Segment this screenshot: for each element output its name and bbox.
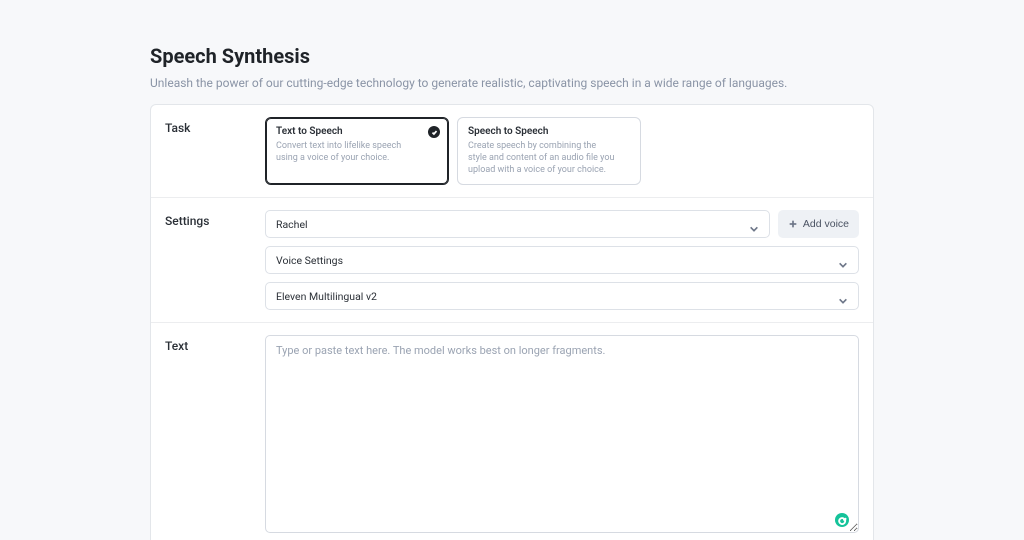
task-card-speech-to-speech[interactable]: Speech to Speech Create speech by combin…: [457, 117, 641, 185]
section-label-text: Text: [165, 335, 265, 353]
voice-select[interactable]: Rachel: [265, 210, 770, 238]
check-icon: [428, 126, 440, 138]
chevron-down-icon: [838, 255, 848, 265]
textarea-wrapper: [265, 335, 859, 537]
add-voice-label: Add voice: [803, 218, 849, 230]
task-card-title: Speech to Speech: [468, 126, 616, 137]
voice-settings-expand[interactable]: Voice Settings: [265, 246, 859, 274]
add-voice-button[interactable]: Add voice: [778, 210, 859, 238]
plus-icon: [788, 219, 798, 229]
main-card: Task Text to Speech Convert text into li…: [150, 104, 874, 540]
task-card-text-to-speech[interactable]: Text to Speech Convert text into lifelik…: [265, 117, 449, 185]
voice-settings-label: Voice Settings: [276, 254, 343, 267]
model-select-value: Eleven Multilingual v2: [276, 290, 377, 303]
task-card-desc: Create speech by combining the style and…: [468, 140, 616, 176]
section-label-task: Task: [165, 117, 265, 135]
section-label-settings: Settings: [165, 210, 265, 228]
section-settings: Settings Rachel Add voice: [151, 198, 873, 323]
model-select[interactable]: Eleven Multilingual v2: [265, 282, 859, 310]
section-task: Task Text to Speech Convert text into li…: [151, 105, 873, 198]
voice-select-value: Rachel: [276, 218, 308, 231]
page-title: Speech Synthesis: [150, 44, 874, 68]
task-card-desc: Convert text into lifelike speech using …: [276, 140, 424, 164]
task-options-row: Text to Speech Convert text into lifelik…: [265, 117, 859, 185]
page-subtitle: Unleash the power of our cutting-edge te…: [150, 76, 874, 90]
section-text: Text 0 / 2500 Total quota remaining: 195…: [151, 323, 873, 540]
text-input[interactable]: [265, 335, 859, 533]
chevron-down-icon: [749, 219, 759, 229]
task-card-title: Text to Speech: [276, 126, 424, 137]
chevron-down-icon: [838, 291, 848, 301]
